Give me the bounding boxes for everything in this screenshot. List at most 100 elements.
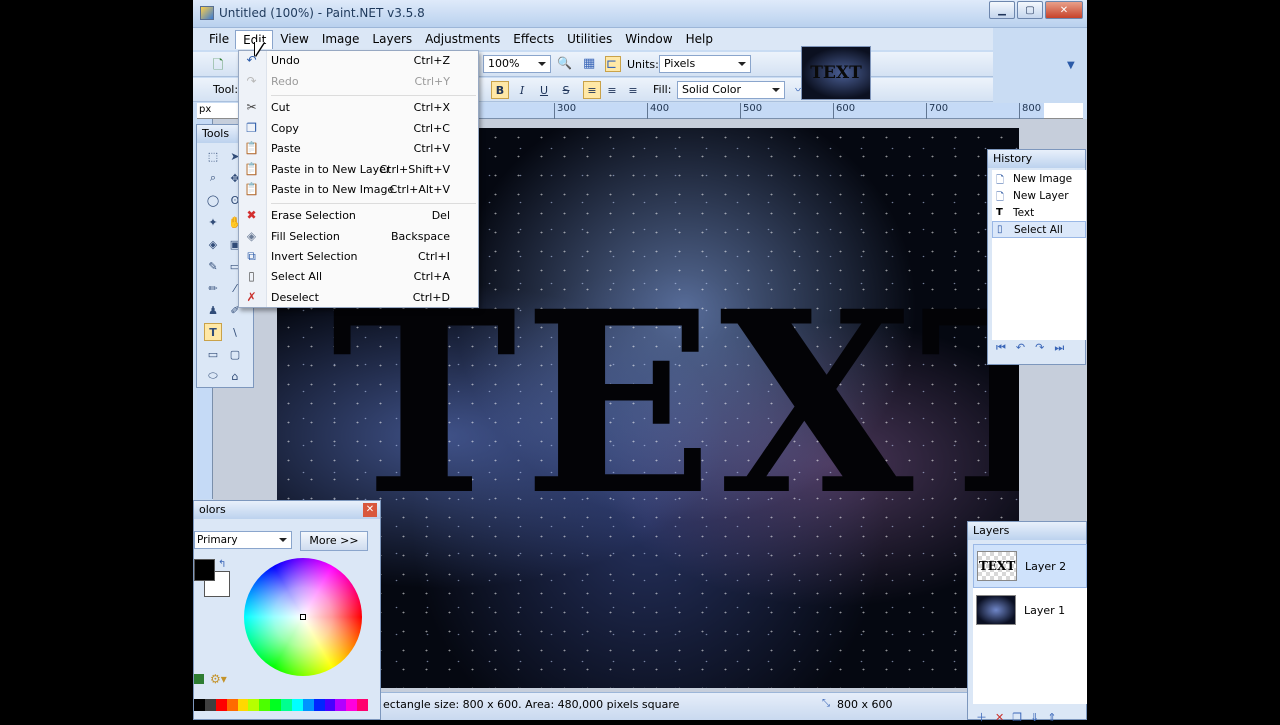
menu-help[interactable]: Help bbox=[679, 30, 719, 48]
rectangle-select-icon[interactable]: ⬚ bbox=[204, 147, 222, 165]
mouse-cursor bbox=[255, 42, 264, 56]
history-item[interactable]: T Text bbox=[992, 204, 1086, 221]
add-layer-icon[interactable]: ＋ bbox=[976, 711, 995, 724]
redo-icon[interactable]: ↷ bbox=[1035, 341, 1054, 354]
primary-color-swatch[interactable] bbox=[194, 559, 215, 581]
menu-item-cut[interactable]: ✂ Cut Ctrl+X bbox=[239, 98, 478, 118]
history-panel: History 🗋 New Image 🗋 New Layer T Text ▯ Sel… bbox=[987, 149, 1086, 365]
paste-icon: 📋 bbox=[244, 141, 259, 155]
palette-icon[interactable] bbox=[194, 674, 204, 684]
delete-layer-icon[interactable]: ✕ bbox=[995, 711, 1012, 724]
bold-icon[interactable]: B bbox=[491, 81, 509, 99]
align-left-icon[interactable]: ≡ bbox=[583, 81, 601, 99]
fast-forward-icon[interactable]: ⏭ bbox=[1054, 341, 1074, 354]
menu-adjustments[interactable]: Adjustments bbox=[418, 30, 506, 48]
menu-item-redo[interactable]: ↷ Redo Ctrl+Y bbox=[239, 72, 478, 92]
rectangle-shape-icon[interactable]: ▭ bbox=[204, 345, 222, 363]
maximize-button[interactable]: ▢ bbox=[1017, 1, 1043, 19]
menu-bar: File Edit View Image Layers Adjustments … bbox=[193, 28, 993, 50]
fill-label: Fill: bbox=[653, 83, 672, 96]
menu-utilities[interactable]: Utilities bbox=[560, 30, 618, 48]
image-size-text: 800 x 600 bbox=[837, 698, 893, 711]
rewind-icon[interactable]: ⏮ bbox=[996, 341, 1016, 354]
history-item[interactable]: 🗋 New Image bbox=[992, 170, 1086, 187]
menu-item-select-all[interactable]: ▯ Select All Ctrl+A bbox=[239, 267, 478, 287]
layer-row[interactable]: Layer 1 bbox=[973, 588, 1087, 632]
freeform-shape-icon[interactable]: ⌂ bbox=[226, 367, 244, 385]
menu-item-fill-selection[interactable]: ◈ Fill Selection Backspace bbox=[239, 227, 478, 247]
color-palette[interactable] bbox=[194, 699, 368, 711]
menu-item-undo[interactable]: ↶ Undo Ctrl+Z bbox=[239, 51, 478, 71]
deselect-icon: ✗ bbox=[246, 290, 257, 304]
new-image-icon[interactable]: 🗋 bbox=[213, 56, 229, 73]
zoom-select[interactable]: 100% bbox=[483, 55, 551, 73]
more-colors-button[interactable]: More >> bbox=[300, 531, 368, 551]
grid-icon[interactable]: ▦ bbox=[583, 56, 599, 72]
clone-stamp-icon[interactable]: ♟ bbox=[204, 301, 222, 319]
menu-item-paste[interactable]: 📋 Paste Ctrl+V bbox=[239, 139, 478, 159]
menu-item-erase-selection[interactable]: ✖ Erase Selection Del bbox=[239, 206, 478, 226]
ruler-selection-highlight bbox=[479, 103, 1044, 119]
zoom-tool-icon[interactable]: ⌕ bbox=[204, 169, 222, 187]
ellipse-select-icon[interactable]: ◯ bbox=[204, 191, 222, 209]
menu-item-paste-new-layer[interactable]: 📋 Paste in to New Layer Ctrl+Shift+V bbox=[239, 160, 478, 180]
color-mode-select[interactable]: Primary bbox=[194, 531, 292, 549]
paint-bucket-icon[interactable]: ◈ bbox=[204, 235, 222, 253]
menu-item-copy[interactable]: ❐ Copy Ctrl+C bbox=[239, 119, 478, 139]
tool-label: Tool: bbox=[213, 83, 239, 96]
italic-icon[interactable]: I bbox=[513, 81, 531, 99]
new-image-icon: 🗋 bbox=[996, 174, 1005, 186]
close-icon[interactable]: ✕ bbox=[363, 503, 377, 517]
paintnet-app-icon bbox=[200, 6, 214, 20]
redo-icon: ↷ bbox=[246, 74, 257, 88]
menu-item-paste-new-image[interactable]: 📋 Paste in to New Image Ctrl+Alt+V bbox=[239, 180, 478, 200]
menu-view[interactable]: View bbox=[273, 30, 314, 48]
paintbrush-icon[interactable]: ✎ bbox=[204, 257, 222, 275]
paste-new-image-icon: 📋 bbox=[244, 182, 259, 196]
align-center-icon[interactable]: ≡ bbox=[603, 81, 621, 99]
palette-menu-icon[interactable]: ⚙▾ bbox=[210, 672, 227, 686]
zoom-icon[interactable]: 🔍 bbox=[557, 56, 573, 72]
align-right-icon[interactable]: ≡ bbox=[624, 81, 642, 99]
strikethrough-icon[interactable]: S bbox=[557, 81, 575, 99]
cut-icon: ✂ bbox=[246, 100, 257, 114]
minimize-button[interactable]: ▁ bbox=[989, 1, 1015, 19]
history-panel-title: History bbox=[988, 150, 1085, 168]
layer-thumbnail: TEXT bbox=[977, 551, 1017, 581]
magic-wand-icon[interactable]: ✦ bbox=[204, 213, 222, 231]
menu-file[interactable]: File bbox=[202, 30, 235, 48]
layer-name: Layer 2 bbox=[1025, 559, 1067, 573]
rulers-icon[interactable]: ⊏ bbox=[605, 56, 621, 72]
image-size-icon: ⤡ bbox=[822, 698, 830, 709]
underline-icon[interactable]: U bbox=[535, 81, 553, 99]
color-wheel[interactable] bbox=[244, 558, 362, 676]
status-bar: ectangle size: 800 x 600. Area: 480,000 … bbox=[381, 692, 967, 720]
units-select[interactable]: Pixels bbox=[659, 55, 751, 73]
text-tool-icon[interactable]: T bbox=[204, 323, 222, 341]
swap-colors-icon[interactable]: ↰ bbox=[218, 559, 226, 570]
menu-layers[interactable]: Layers bbox=[365, 30, 418, 48]
fill-select[interactable]: Solid Color bbox=[677, 81, 785, 99]
menu-image[interactable]: Image bbox=[315, 30, 366, 48]
ellipse-shape-icon[interactable]: ⬭ bbox=[204, 367, 222, 385]
history-item[interactable]: 🗋 New Layer bbox=[992, 187, 1086, 204]
title-bar: Untitled (100%) - Paint.NET v3.5.8 ▁ ▢ ✕ bbox=[193, 0, 1087, 28]
rounded-rectangle-icon[interactable]: ▢ bbox=[226, 345, 244, 363]
undo-icon[interactable]: ↶ bbox=[1016, 341, 1035, 354]
move-up-icon[interactable]: ⇑ bbox=[1047, 711, 1064, 724]
units-label: Units: bbox=[627, 58, 659, 71]
line-curve-icon[interactable]: \ bbox=[226, 323, 244, 341]
menu-item-invert-selection[interactable]: ⧉ Invert Selection Ctrl+I bbox=[239, 247, 478, 267]
layers-panel-title: Layers bbox=[968, 522, 1086, 540]
merge-down-icon[interactable]: ⇓ bbox=[1030, 711, 1047, 724]
chevron-down-icon[interactable]: ▼ bbox=[1067, 60, 1075, 71]
history-item[interactable]: ▯ Select All bbox=[992, 221, 1086, 238]
layer-row[interactable]: TEXT Layer 2 bbox=[973, 544, 1087, 588]
menu-window[interactable]: Window bbox=[618, 30, 678, 48]
menu-effects[interactable]: Effects bbox=[506, 30, 560, 48]
close-button[interactable]: ✕ bbox=[1045, 1, 1083, 19]
pencil-icon[interactable]: ✏ bbox=[204, 279, 222, 297]
image-thumbnail[interactable]: TEXT bbox=[801, 46, 871, 100]
duplicate-layer-icon[interactable]: ❐ bbox=[1012, 711, 1030, 724]
menu-item-deselect[interactable]: ✗ Deselect Ctrl+D bbox=[239, 288, 478, 308]
